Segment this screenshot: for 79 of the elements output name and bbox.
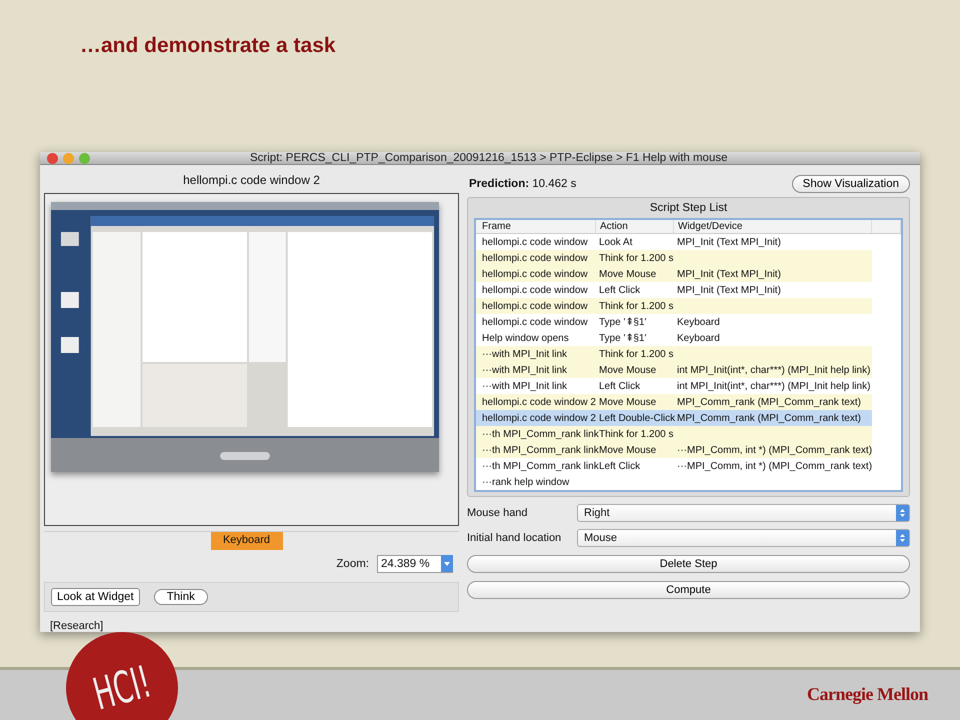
table-cell-text: MPI_Comm_rank (MPI_Comm_rank text) (676, 396, 862, 408)
table-cell-text: Move Mouse (598, 364, 658, 376)
table-cell-text: ···with MPI_Init link (481, 348, 568, 360)
table-cell-text: ···MPI_Comm, int *) (MPI_Comm_rank text) (676, 444, 872, 456)
dropdown-icon[interactable] (441, 555, 453, 572)
status-text: [Research] (49, 619, 104, 632)
table-row[interactable]: ···th MPI_Comm_rank linkThink for 1.200 s (476, 426, 872, 442)
frame-title: hellompi.c code window 2 (182, 172, 321, 189)
table-row[interactable]: hellompi.c code window Look At MPI_Init (Text MPI_Init) (476, 234, 872, 250)
table-cell-text: ···rank help window (481, 476, 570, 488)
prediction-text: Prediction: 10.462 s (469, 178, 576, 190)
select-field[interactable]: Mouse (577, 529, 910, 547)
table-row[interactable]: hellompi.c code window 2 Move Mouse MPI_Comm_rank (MPI_Comm_rank text) (476, 394, 872, 410)
table-cell-text: Think for 1.200 s (598, 252, 674, 264)
table-cell-text: Move Mouse (598, 268, 658, 280)
table-cell-text: ···with MPI_Init link (481, 380, 568, 392)
table-cell-text: Left Click (598, 380, 642, 392)
brand-text: Carnegie Mellon (807, 684, 928, 705)
window-title: Script: PERCS_CLI_PTP_Comparison_20091216_1513 > PTP-Eclipse > F1 Help with mouse (250, 152, 728, 164)
table-cell-text: Type '⇞§1' (598, 332, 648, 344)
close-icon[interactable] (47, 152, 58, 164)
zoom-label: Zoom: (336, 558, 369, 570)
table-cell-text: Help window opens (481, 332, 570, 344)
table-cell-text: Move Mouse (598, 396, 658, 408)
table-row[interactable]: Help window opens Type '⇞§1' Keyboard (476, 330, 872, 346)
table-row[interactable]: ···rank help window (476, 474, 872, 490)
table-cell-text: MPI_Init (Text MPI_Init) (676, 268, 782, 280)
table-cell-text: Left Double-Click (598, 412, 674, 424)
keyboard-tab[interactable]: Keyboard (210, 532, 282, 550)
table-cell-text: ···with MPI_Init link (481, 364, 568, 376)
setting-label: Initial hand location (467, 532, 562, 544)
table-cell-text: Left Click (598, 284, 642, 296)
tool-button[interactable]: Think (154, 589, 208, 605)
table-cell-text: hellompi.c code window (481, 316, 589, 328)
table-row[interactable]: hellompi.c code window Think for 1.200 s (476, 298, 872, 314)
table-cell-text: Look At (598, 236, 634, 248)
table-row[interactable]: hellompi.c code window Left Click MPI_Init (Text MPI_Init) (476, 282, 872, 298)
table-row[interactable]: ···th MPI_Comm_rank linkLeft Click ···MPI_Comm, int *) (MPI_Comm_rank text) (476, 458, 872, 474)
setting-label: Mouse hand (467, 507, 529, 519)
table-cell-text: Think for 1.200 s (598, 300, 674, 312)
table-row[interactable]: ···with MPI_Init link Left Click int MPI_Init(int*, char***) (MPI_Init help link) (476, 378, 872, 394)
table-row[interactable]: hellompi.c code window 2 Left Double-Click MPI_Comm_rank (MPI_Comm_rank text) (476, 410, 872, 426)
table-cell-text: Type '⇞§1' (598, 316, 648, 328)
stepper-icon[interactable] (896, 505, 909, 521)
table-cell-text: hellompi.c code window (481, 284, 589, 296)
table-row[interactable]: ···with MPI_Init link Move Mouse int MPI_Init(int*, char***) (MPI_Init help link) (476, 362, 872, 378)
table-cell-text: hellompi.c code window (481, 300, 589, 312)
stepper-icon[interactable] (896, 530, 909, 546)
table-cell-text: MPI_Comm_rank (MPI_Comm_rank text) (676, 412, 862, 424)
column-header[interactable]: Action (596, 220, 674, 233)
table-cell-text: Keyboard (676, 332, 721, 344)
table-cell-text: int MPI_Init(int*, char***) (MPI_Init help link) (676, 380, 872, 392)
action-button[interactable]: Delete Step (467, 555, 910, 573)
table-cell-text: Keyboard (676, 316, 721, 328)
table-row[interactable]: ···th MPI_Comm_rank linkMove Mouse ···MPI_Comm, int *) (MPI_Comm_rank text) (476, 442, 872, 458)
table-row[interactable]: hellompi.c code window Move Mouse MPI_Init (Text MPI_Init) (476, 266, 872, 282)
select-field[interactable]: Right (577, 504, 910, 522)
table-cell-text: hellompi.c code window (481, 236, 589, 248)
table-cell-text: hellompi.c code window (481, 268, 589, 280)
table-cell-text: hellompi.c code window (481, 252, 589, 264)
tool-button[interactable]: Look at Widget (51, 588, 140, 606)
table-cell-text: Think for 1.200 s (598, 348, 674, 360)
zoom-field[interactable]: 24.389 % (377, 555, 453, 573)
table-row[interactable]: hellompi.c code window Think for 1.200 s (476, 250, 872, 266)
table-cell-text: MPI_Init (Text MPI_Init) (676, 284, 782, 296)
step-list-title: Script Step List (648, 201, 728, 216)
table-row[interactable]: hellompi.c code window Type '⇞§1' Keyboard (476, 314, 872, 330)
table-cell-text: hellompi.c code window 2 (481, 412, 596, 424)
show-visualization-button[interactable]: Show Visualization (792, 175, 910, 193)
table-cell-text: MPI_Init (Text MPI_Init) (676, 236, 782, 248)
column-header[interactable]: Frame (476, 220, 596, 233)
table-cell-text: int MPI_Init(int*, char***) (MPI_Init help link) (676, 364, 872, 376)
zoom-icon[interactable] (79, 152, 90, 164)
table-cell-text: ···MPI_Comm, int *) (MPI_Comm_rank text) (676, 460, 872, 472)
slide-title: …and demonstrate a task (80, 34, 336, 59)
action-button[interactable]: Compute (467, 581, 910, 599)
table-row[interactable]: ···with MPI_Init link Think for 1.200 s (476, 346, 872, 362)
column-header[interactable]: Widget/Device (674, 220, 872, 233)
table-cell-text: hellompi.c code window 2 (481, 396, 596, 408)
